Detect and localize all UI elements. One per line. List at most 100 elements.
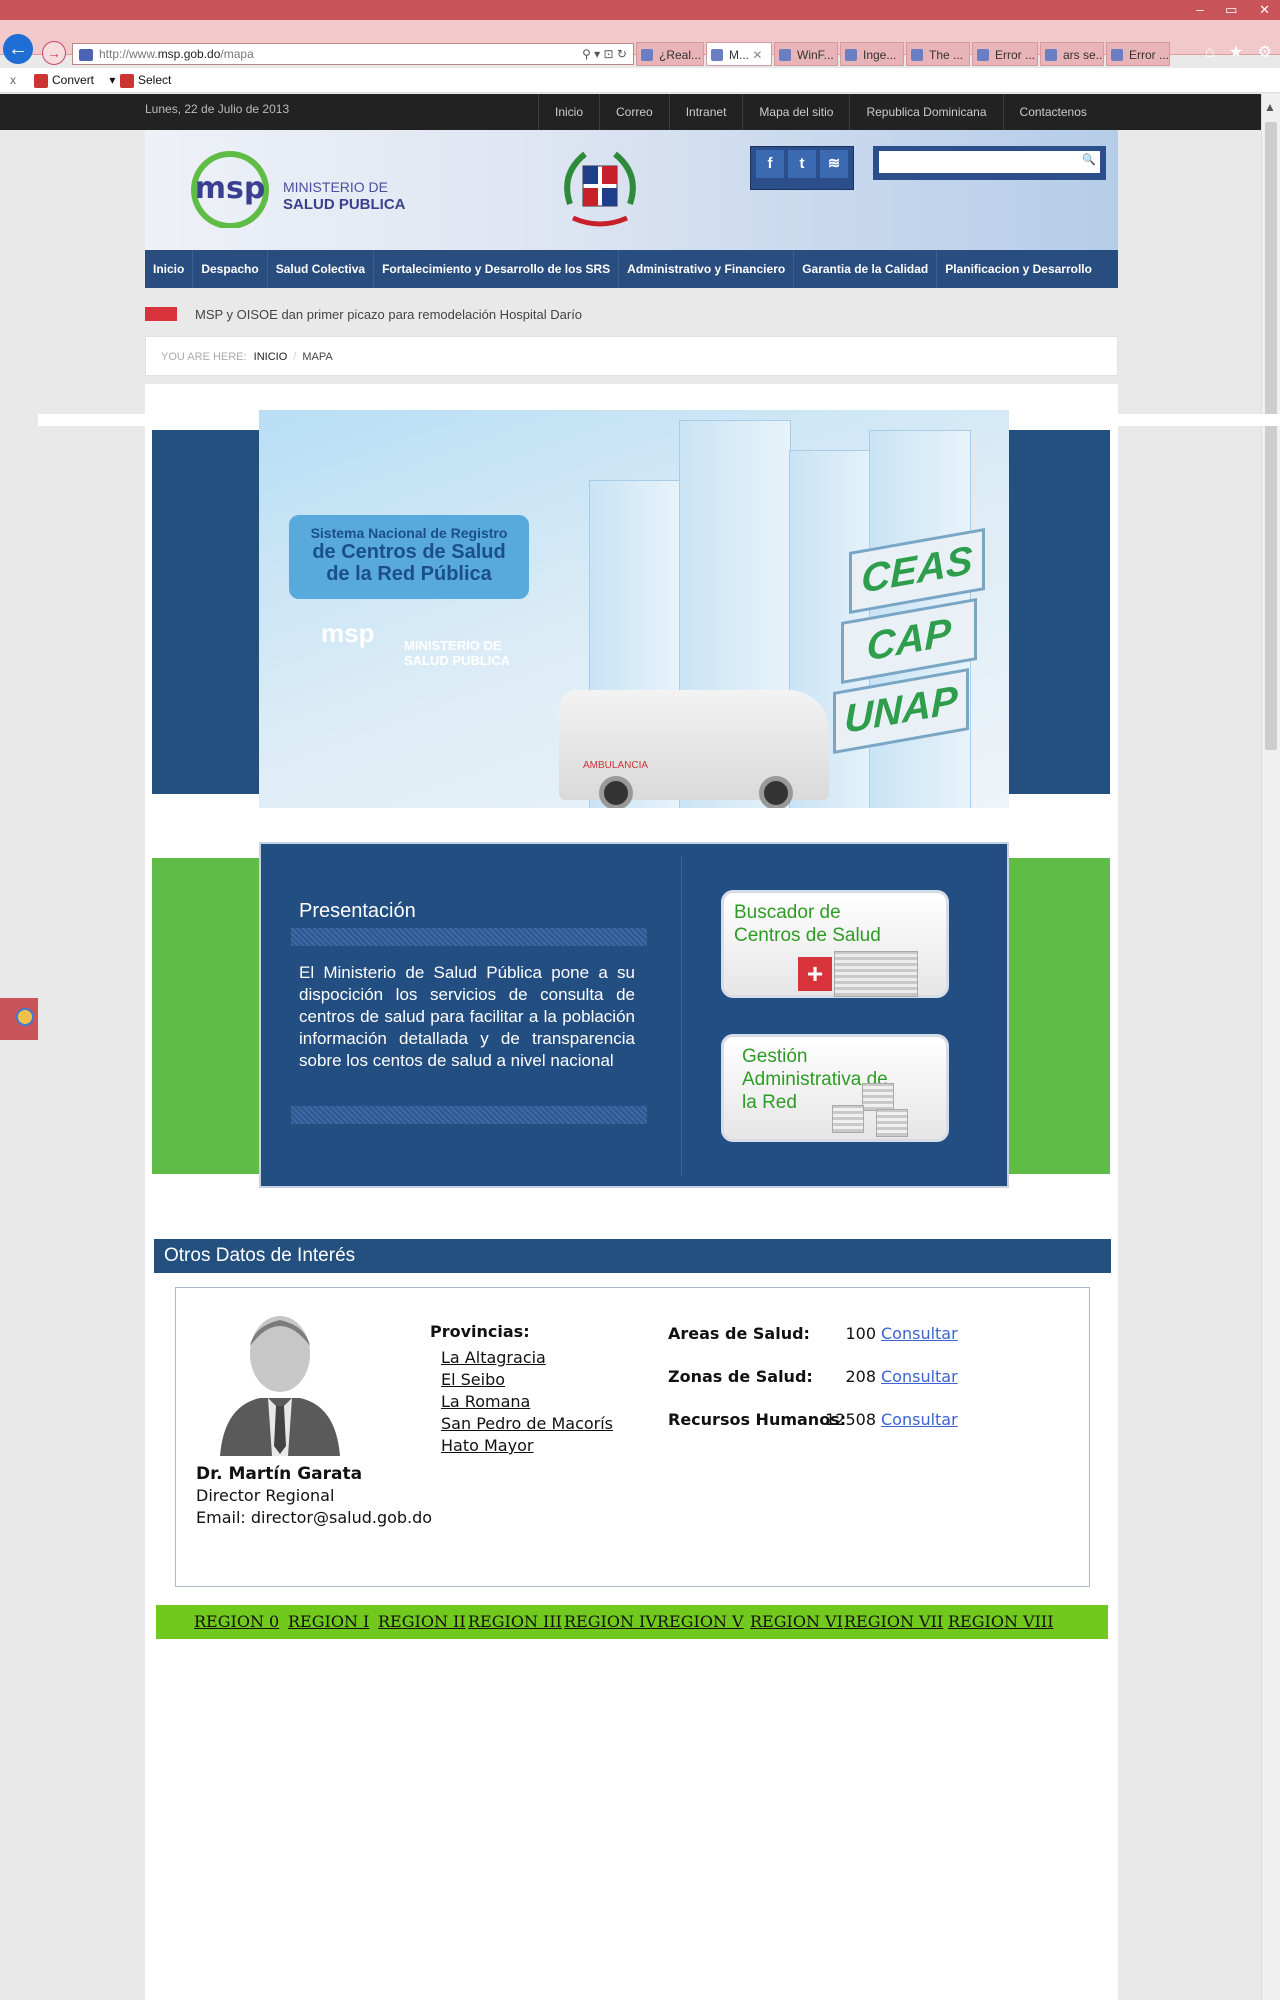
breadcrumb-inicio[interactable]: INICIO	[254, 351, 288, 363]
settings-gear-icon[interactable]: ⚙	[1258, 44, 1272, 61]
nav-planificacion[interactable]: Planificacion y Desarrollo	[936, 250, 1100, 288]
network-building-icon	[876, 1109, 908, 1137]
nav-garantia[interactable]: Garantia de la Calidad	[793, 250, 936, 288]
top-link-correo[interactable]: Correo	[599, 94, 669, 130]
tab-label: Error ...	[1129, 48, 1170, 62]
convert-label: Convert	[52, 73, 95, 87]
stat-value-recursos: 12508	[825, 1410, 876, 1429]
province-link[interactable]: La Altagracia	[441, 1348, 546, 1367]
network-building-icon	[832, 1105, 864, 1133]
chevron-down-icon[interactable]: ▾	[109, 73, 115, 87]
address-tools-icon[interactable]: ⚲ ▾ ⊡ ↻	[582, 44, 627, 64]
select-button[interactable]: Select	[120, 68, 171, 92]
site-top-bar: Lunes, 22 de Julio de 2013 Inicio Correo…	[0, 94, 1262, 130]
home-icon[interactable]: ⌂	[1205, 44, 1215, 61]
breadcrumb-label: YOU ARE HERE:	[161, 351, 247, 363]
facebook-icon[interactable]: f	[756, 150, 784, 178]
search-input[interactable]	[879, 151, 1100, 173]
ticker-headline[interactable]: MSP y OISOE dan primer picazo para remod…	[195, 307, 582, 322]
card-title-line-1: Gestión	[742, 1046, 808, 1067]
tab-inge[interactable]: Inge...	[840, 42, 904, 66]
select-label: Select	[138, 73, 172, 87]
address-bar[interactable]: http://www.msp.gob.do/mapa ⚲ ▾ ⊡ ↻	[72, 43, 634, 65]
minimize-icon[interactable]: –	[1196, 2, 1203, 17]
tab-ars[interactable]: ars se...	[1040, 42, 1104, 66]
tab-winf[interactable]: WinF...	[774, 42, 838, 66]
top-link-contactenos[interactable]: Contactenos	[1002, 94, 1103, 130]
banner-msp-logo: msp	[321, 618, 375, 648]
region-link-v[interactable]: REGION V	[657, 1612, 744, 1631]
msp-logo-icon[interactable]: msp	[180, 148, 280, 228]
url-domain: msp.gob.do	[157, 47, 221, 61]
health-center-search-button[interactable]: Buscador de Centros de Salud +	[721, 890, 949, 998]
tab-favicon-icon	[1045, 49, 1057, 61]
tab-close-icon[interactable]: ✕	[752, 48, 762, 62]
forward-button[interactable]: →	[42, 41, 66, 65]
banner-logo-line-1: MINISTERIO DE	[404, 638, 502, 653]
ie-taskbar-icon[interactable]	[16, 1008, 34, 1026]
consultar-recursos-link[interactable]: Consultar	[881, 1410, 958, 1429]
scroll-up-icon[interactable]: ▲	[1264, 100, 1276, 114]
tab-label: Inge...	[863, 48, 897, 62]
tab-error-1[interactable]: Error ...	[972, 42, 1038, 66]
page-scrollbar[interactable]: ▲	[1261, 94, 1280, 2000]
nav-despacho[interactable]: Despacho	[192, 250, 266, 288]
logo-line-2: SALUD PUBLICA	[283, 196, 406, 213]
breadcrumb-separator: /	[293, 351, 297, 363]
back-button[interactable]: ←	[3, 34, 33, 64]
region-link-iii[interactable]: REGION III	[468, 1612, 562, 1631]
consultar-zonas-link[interactable]: Consultar	[881, 1367, 958, 1386]
close-toolbar-icon[interactable]: x	[10, 68, 16, 92]
nav-inicio[interactable]: Inicio	[145, 250, 192, 288]
nav-salud-colectiva[interactable]: Salud Colectiva	[266, 250, 373, 288]
decorative-stripe	[291, 1106, 647, 1124]
top-link-inicio[interactable]: Inicio	[538, 94, 599, 130]
top-link-mapa[interactable]: Mapa del sitio	[742, 94, 849, 130]
window-titlebar: – ▭ ✕	[0, 0, 1280, 20]
window-controls: – ▭ ✕	[1178, 2, 1270, 18]
region-link-viii[interactable]: REGION VIII	[948, 1612, 1054, 1631]
consultar-areas-link[interactable]: Consultar	[881, 1324, 958, 1343]
tab-the[interactable]: The ...	[906, 42, 970, 66]
nav-fortalecimiento[interactable]: Fortalecimiento y Desarrollo de los SRS	[373, 250, 618, 288]
convert-button[interactable]: Convert ▾	[34, 68, 115, 92]
tab-favicon-icon	[1111, 49, 1123, 61]
registry-title: Sistema Nacional de Registro de Centros …	[289, 515, 529, 599]
province-link[interactable]: La Romana	[441, 1392, 530, 1411]
card-title-line-1: Buscador de	[734, 902, 841, 923]
director-email: Email: director@salud.gob.do	[196, 1508, 433, 1527]
search-icon[interactable]: 🔍	[1082, 153, 1096, 166]
tab-error-2[interactable]: Error ...	[1106, 42, 1170, 66]
twitter-icon[interactable]: t	[788, 150, 816, 178]
province-link[interactable]: San Pedro de Macorís	[441, 1414, 613, 1433]
close-icon[interactable]: ✕	[1259, 2, 1270, 17]
nav-administrativo[interactable]: Administrativo y Financiero	[618, 250, 793, 288]
province-link[interactable]: Hato Mayor	[441, 1436, 533, 1455]
region-link-vi[interactable]: REGION VI	[750, 1612, 843, 1631]
region-link-iv[interactable]: REGION IV	[564, 1612, 657, 1631]
top-link-intranet[interactable]: Intranet	[668, 94, 743, 130]
rss-icon[interactable]: ≋	[820, 150, 848, 178]
ambulance-label: AMBULANCIA	[583, 760, 649, 771]
tab-label: ¿Real...	[659, 48, 702, 62]
regional-info-box: Dr. Martín Garata Director Regional Emai…	[175, 1287, 1090, 1587]
network-management-button[interactable]: Gestión Administrativa de la Red	[721, 1034, 949, 1142]
region-link-vii[interactable]: REGION VII	[844, 1612, 943, 1631]
maximize-icon[interactable]: ▭	[1225, 2, 1237, 17]
news-ticker: MSP y OISOE dan primer picazo para remod…	[145, 304, 1118, 326]
section-title-otros: Otros Datos de Interés	[154, 1239, 1111, 1273]
province-link[interactable]: El Seibo	[441, 1370, 505, 1389]
favorites-star-icon[interactable]: ★	[1229, 44, 1243, 61]
logo-line-1: MINISTERIO DE	[283, 179, 389, 195]
top-link-republica[interactable]: Republica Dominicana	[849, 94, 1002, 130]
scrollbar-thumb[interactable]	[1265, 122, 1277, 750]
tab-favicon-icon	[711, 49, 723, 61]
presentation-title: Presentación	[299, 900, 416, 922]
tab-msp[interactable]: M... ✕	[706, 42, 772, 66]
region-link-ii[interactable]: REGION II	[378, 1612, 466, 1631]
tab-real[interactable]: ¿Real...	[636, 42, 704, 66]
arrow-right-icon: →	[47, 45, 61, 61]
region-link-i[interactable]: REGION I	[288, 1612, 369, 1631]
region-link-0[interactable]: REGION 0	[194, 1612, 279, 1631]
site-search: 🔍	[873, 146, 1106, 180]
